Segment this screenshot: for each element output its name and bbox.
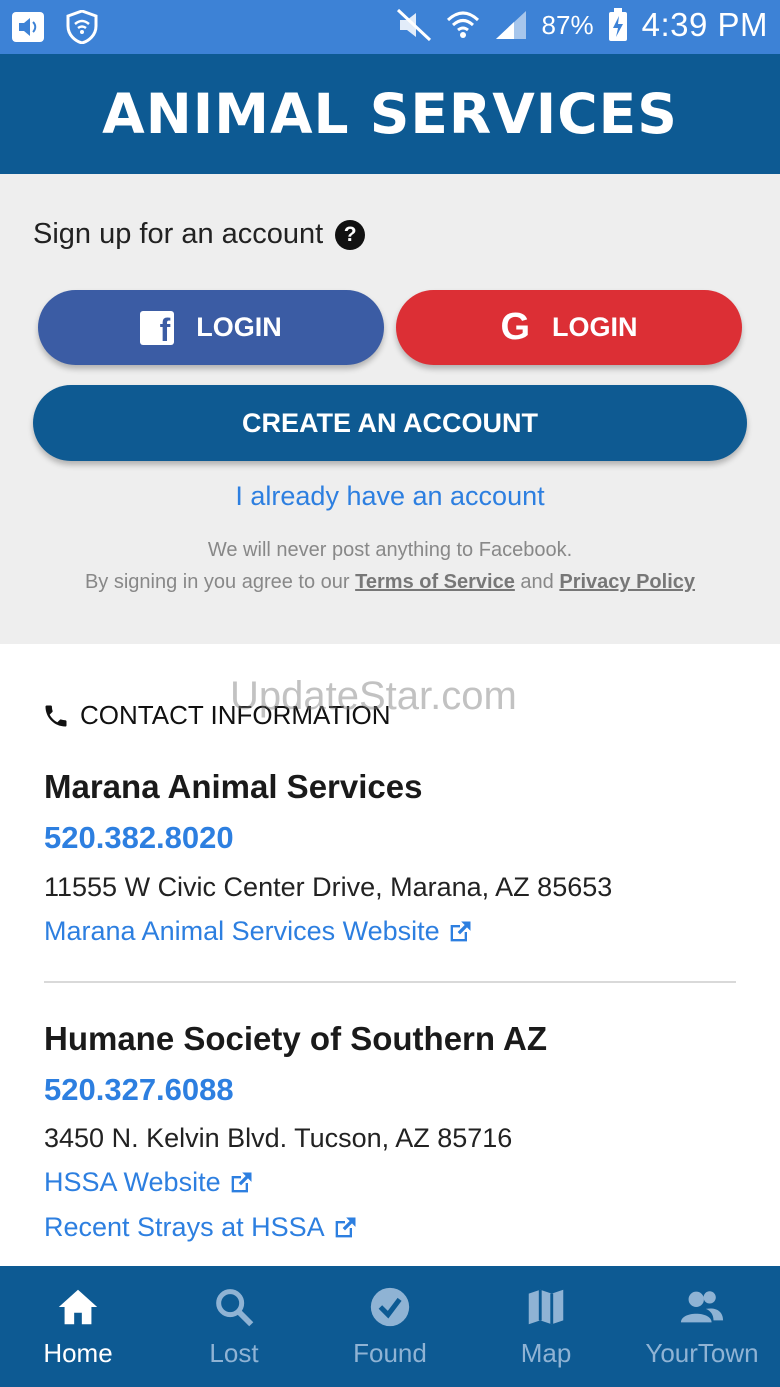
org-name: Marana Animal Services: [44, 768, 423, 805]
org-website-label: HSSA Website: [44, 1167, 221, 1197]
org-phone-link[interactable]: 520.327.6088: [44, 1072, 234, 1108]
home-icon: [58, 1289, 98, 1325]
help-icon[interactable]: ?: [335, 219, 366, 250]
bottom-nav: Home Lost Found Map YourTown: [0, 1266, 780, 1387]
org-website-link[interactable]: Marana Animal Services Website: [44, 916, 474, 947]
privacy-policy-link[interactable]: Privacy Policy: [559, 571, 695, 593]
check-circle-icon: [370, 1287, 410, 1327]
nav-label-map: Map: [520, 1338, 572, 1368]
shield-wifi-icon: [66, 10, 98, 44]
external-link-icon: [450, 921, 471, 941]
create-account-label: CREATE AN ACCOUNT: [242, 407, 538, 438]
org-phone-link[interactable]: 520.382.8020: [44, 820, 234, 856]
recent-strays-link[interactable]: Recent Strays at HSSA: [44, 1212, 359, 1243]
org-address: 11555 W Civic Center Drive, Marana, AZ 8…: [44, 872, 613, 902]
nav-label-home: Home: [43, 1338, 113, 1368]
nav-label-lost: Lost: [209, 1338, 259, 1368]
legal-and: and: [520, 571, 554, 593]
terms-of-service-link[interactable]: Terms of Service: [355, 571, 515, 593]
app-header: ANIMAL SERVICES: [0, 54, 780, 174]
nav-item-yourtown[interactable]: YourTown: [624, 1266, 780, 1387]
google-login-button[interactable]: G LOGIN: [396, 290, 742, 365]
search-icon: [216, 1289, 254, 1327]
external-link-icon: [335, 1217, 356, 1237]
signup-prompt-text: Sign up for an account: [33, 218, 324, 250]
org-website-label: Marana Animal Services Website: [44, 916, 440, 946]
volume-notification-icon: [12, 12, 44, 42]
nav-item-lost[interactable]: Lost: [156, 1266, 312, 1387]
mute-icon: [396, 8, 431, 42]
nav-item-home[interactable]: Home: [0, 1266, 156, 1387]
external-link-icon: [231, 1172, 252, 1192]
contact-section: CONTACT INFORMATION UpdateStar.com Maran…: [0, 644, 780, 1266]
legal-agreement: By signing in you agree to our Terms of …: [0, 571, 780, 594]
facebook-login-button[interactable]: f LOGIN: [38, 290, 384, 365]
facebook-login-label: LOGIN: [196, 312, 282, 342]
signup-prompt: Sign up for an account ?: [33, 218, 366, 251]
org-address: 3450 N. Kelvin Blvd. Tucson, AZ 85716: [44, 1123, 513, 1153]
app-title: ANIMAL SERVICES: [102, 82, 678, 146]
battery-percent: 87%: [541, 9, 594, 40]
google-login-label: LOGIN: [552, 312, 638, 342]
create-account-button[interactable]: CREATE AN ACCOUNT: [33, 385, 747, 461]
divider: [44, 981, 736, 983]
org-name: Humane Society of Southern AZ: [44, 1020, 547, 1057]
battery-charging-icon: [608, 8, 627, 41]
google-icon: G: [500, 306, 531, 348]
facebook-disclaimer: We will never post anything to Facebook.: [207, 539, 573, 561]
wifi-icon: [446, 11, 479, 38]
org-website-link[interactable]: HSSA Website: [44, 1167, 255, 1198]
phone-icon: [45, 705, 67, 726]
recent-strays-label: Recent Strays at HSSA: [44, 1212, 325, 1242]
nav-item-map[interactable]: Map: [468, 1266, 624, 1387]
status-bar: 87% 4:39 PM: [0, 0, 780, 54]
clock: 4:39 PM: [641, 6, 768, 43]
nav-item-found[interactable]: Found: [312, 1266, 468, 1387]
watermark: UpdateStar.com: [230, 674, 517, 718]
facebook-icon: f: [140, 310, 175, 345]
people-icon: [680, 1291, 724, 1323]
signup-panel: Sign up for an account ? f LOGIN G LOGIN…: [0, 174, 780, 644]
nav-label-found: Found: [353, 1338, 427, 1368]
legal-prefix: By signing in you agree to our: [84, 571, 350, 593]
signal-icon: [495, 11, 526, 39]
nav-label-yourtown: YourTown: [645, 1338, 759, 1368]
map-icon: [528, 1289, 564, 1325]
already-have-account-link[interactable]: I already have an account: [0, 481, 780, 512]
